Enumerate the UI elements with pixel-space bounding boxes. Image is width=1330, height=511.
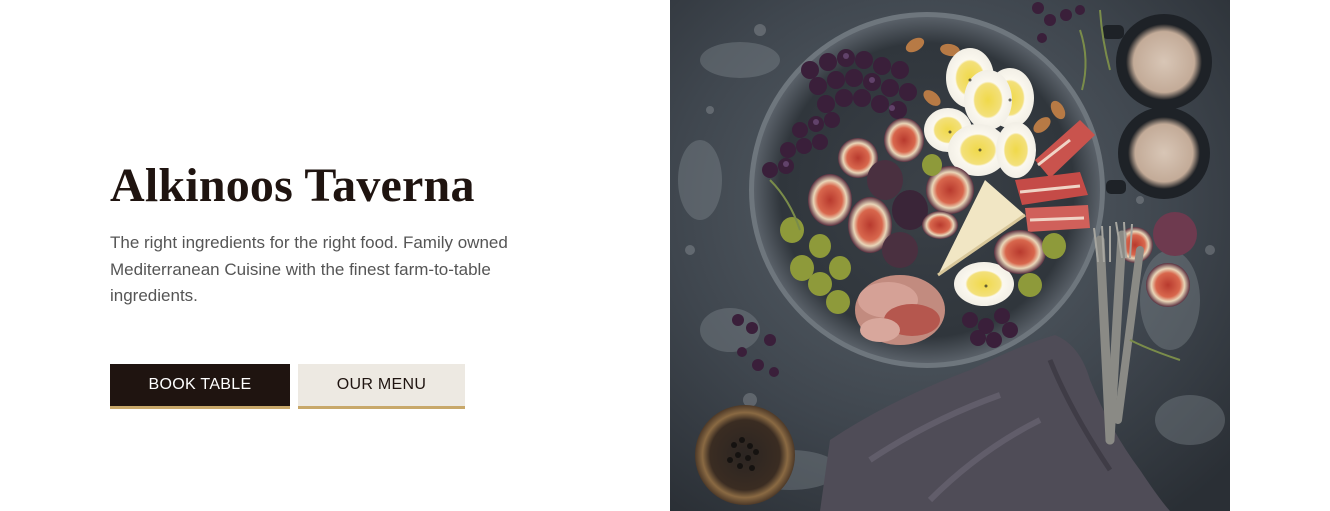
book-table-button[interactable]: BOOK TABLE — [110, 364, 290, 409]
hero-tagline: The right ingredients for the right food… — [110, 233, 508, 305]
hero-buttons: BOOK TABLE OUR MENU — [110, 364, 465, 409]
hero-food-photo — [670, 0, 1230, 511]
hero-section: Alkinoos Taverna The right ingredients f… — [110, 158, 530, 310]
our-menu-button[interactable]: OUR MENU — [298, 364, 465, 409]
page-title: Alkinoos Taverna — [110, 159, 475, 212]
cured-meat — [855, 275, 945, 345]
peppercorn-bowl — [695, 405, 795, 505]
